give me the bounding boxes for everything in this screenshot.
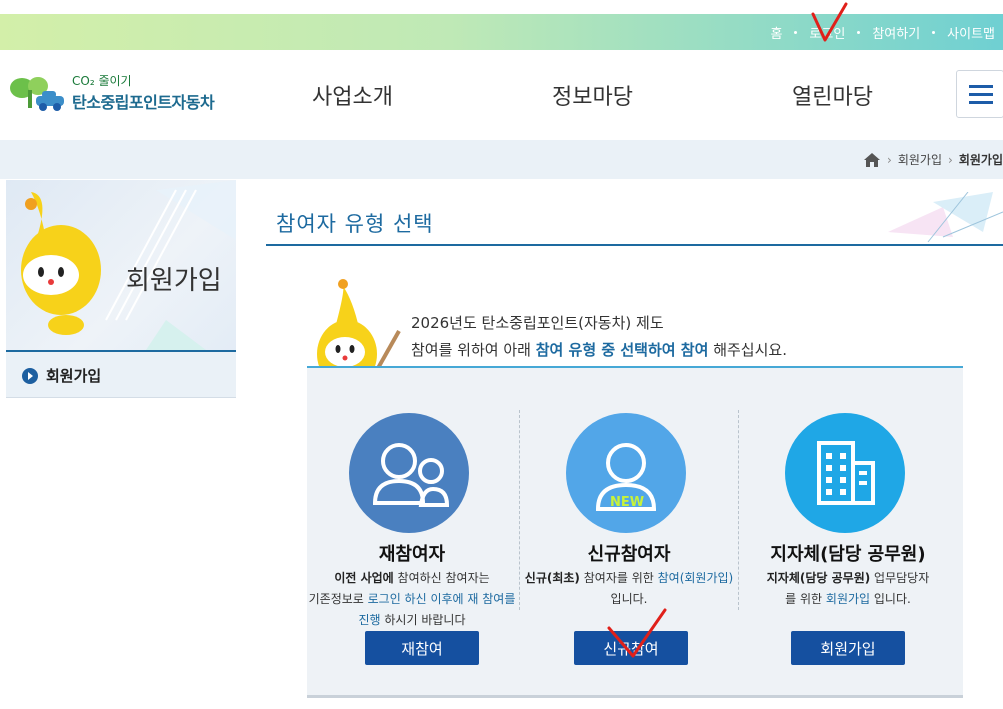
desc-bold: 이전 사업에 xyxy=(334,571,394,585)
sidebar-item-signup[interactable]: 회원가입 xyxy=(6,350,236,398)
desc-text: 업무담당자 xyxy=(870,571,930,585)
option-new: NEW 신규참여자 신규(최초) 참여자를 위한 참여(회원가입) 입니다. 신… xyxy=(524,368,734,698)
title-divider xyxy=(266,244,1003,246)
option-title: 재참여자 xyxy=(378,544,446,565)
chevron-right-icon: › xyxy=(887,152,892,167)
option-description: 지자체(담당 공무원) 업무담당자 를 위한 회원가입 입니다. xyxy=(743,568,953,610)
site-logo[interactable]: CO₂ 줄이기 탄소중립포인트자동차 xyxy=(6,72,236,122)
home-icon[interactable] xyxy=(863,152,881,168)
logo-title: 탄소중립포인트자동차 xyxy=(72,93,215,112)
separator-dot xyxy=(794,30,798,34)
hamburger-icon-bar xyxy=(969,93,993,96)
new-join-button[interactable]: 신규참여 xyxy=(574,631,688,665)
option-title: 신규참여자 xyxy=(587,544,671,565)
top-utility-bar: 홈 로그인 참여하기 사이트맵 xyxy=(0,14,1003,50)
page-title: 참여자 유형 선택 xyxy=(276,212,434,236)
desc-bold: 신규(최초) xyxy=(524,571,580,585)
sidebar-title: 회원가입 xyxy=(126,266,222,296)
desc-text: 참여자를 위한 xyxy=(579,571,658,585)
participate-link[interactable]: 참여하기 xyxy=(870,23,922,42)
sidebar-visual: 회원가입 xyxy=(6,180,236,350)
option-rejoin: 재참여자 이전 사업에 참여하신 참여자는 기존정보로 로그인 하신 이후에 재… xyxy=(307,368,517,698)
column-divider xyxy=(738,410,739,610)
intro-text: 해주십시요. xyxy=(708,341,787,359)
chevron-right-icon: › xyxy=(948,152,953,167)
new-user-icon: NEW xyxy=(566,413,686,533)
gnb-info[interactable]: 정보마당 xyxy=(552,50,633,140)
gnb-open-square[interactable]: 열린마당 xyxy=(792,50,873,140)
desc-highlight: 참여(회원가입) xyxy=(657,571,734,585)
hamburger-icon xyxy=(969,85,993,88)
sitemap-link[interactable]: 사이트맵 xyxy=(945,23,997,42)
option-title: 지자체(담당 공무원) xyxy=(770,544,926,565)
option-local-gov: 지자체(담당 공무원) 지자체(담당 공무원) 업무담당자 를 위한 회원가입 … xyxy=(743,368,953,698)
desc-text: 입니다. xyxy=(610,592,648,606)
arrow-circle-icon xyxy=(22,368,38,384)
home-link[interactable]: 홈 xyxy=(768,23,784,42)
login-link[interactable]: 로그인 xyxy=(807,23,847,42)
intro-text-line1: 2026년도 탄소중립포인트(자동차) 제도 xyxy=(411,314,664,332)
desc-text: 참여하신 참여자는 xyxy=(393,571,490,585)
intro-highlight: 참여 유형 중 선택하여 참여 xyxy=(535,341,709,359)
separator-dot xyxy=(932,30,936,34)
intro-text-line2: 참여를 위하여 아래 참여 유형 중 선택하여 참여 해주십시요. xyxy=(411,339,787,360)
building-icon xyxy=(785,413,905,533)
local-gov-signup-button[interactable]: 회원가입 xyxy=(791,631,905,665)
intro-text: 참여를 위하여 아래 xyxy=(411,341,536,359)
gnb-business-intro[interactable]: 사업소개 xyxy=(312,50,393,140)
desc-bold: 지자체(담당 공무원) xyxy=(766,571,871,585)
hamburger-icon-bar xyxy=(969,101,993,104)
participant-type-panel: 재참여자 이전 사업에 참여하신 참여자는 기존정보로 로그인 하신 이후에 재… xyxy=(307,366,963,698)
option-description: 신규(최초) 참여자를 위한 참여(회원가입) 입니다. xyxy=(524,568,734,610)
users-icon xyxy=(349,413,469,533)
column-divider xyxy=(519,410,520,610)
breadcrumb-item[interactable]: 회원가입 xyxy=(898,151,942,168)
separator-dot xyxy=(857,30,861,34)
rejoin-button[interactable]: 재참여 xyxy=(365,631,479,665)
desc-text: 기존정보로 xyxy=(308,592,368,606)
title-decoration xyxy=(888,192,1003,243)
desc-text: 를 위한 xyxy=(785,592,826,606)
hamburger-menu-button[interactable] xyxy=(956,70,1003,118)
desc-text: 입니다. xyxy=(870,592,911,606)
site-header: CO₂ 줄이기 탄소중립포인트자동차 사업소개 정보마당 열린마당 xyxy=(0,50,1003,140)
breadcrumb-bar: › 회원가입 › 회원가입 xyxy=(0,140,1003,179)
option-description: 이전 사업에 참여하신 참여자는 기존정보로 로그인 하신 이후에 재 참여를 … xyxy=(307,568,517,631)
desc-highlight: 회원가입 xyxy=(825,592,871,606)
top-utility-nav: 홈 로그인 참여하기 사이트맵 xyxy=(768,14,997,50)
sidebar-item-label: 회원가입 xyxy=(46,367,102,385)
breadcrumb: › 회원가입 › 회원가입 xyxy=(863,140,1003,179)
clover-car-logo-icon xyxy=(10,77,64,111)
logo-subtitle: CO₂ 줄이기 xyxy=(72,74,132,88)
breadcrumb-current: 회원가입 xyxy=(958,153,1003,167)
desc-text: 하시기 바랍니다 xyxy=(380,613,466,627)
new-badge: NEW xyxy=(610,495,645,510)
